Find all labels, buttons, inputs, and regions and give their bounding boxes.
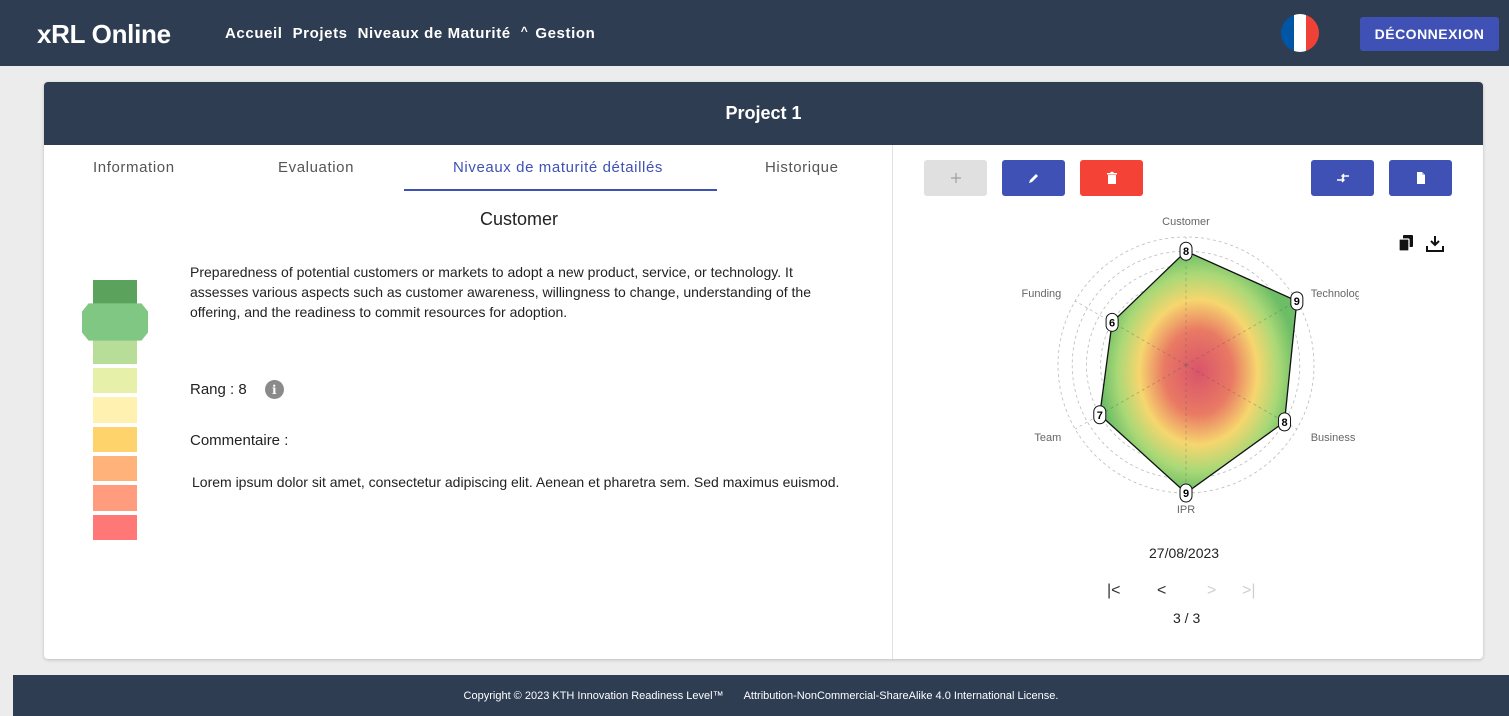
maturity-level-5: [93, 397, 137, 423]
compare-icon: [1336, 173, 1349, 183]
app-title[interactable]: xRL Online: [37, 19, 171, 50]
radar-value-badge: 9: [1179, 483, 1193, 503]
footer-license-link[interactable]: Attribution-NonCommercial-ShareAlike 4.0…: [744, 690, 1059, 702]
radar-value-label: 9: [1183, 488, 1189, 500]
tab-information[interactable]: Information: [93, 159, 175, 176]
radar-axis-label: IPR: [1177, 504, 1195, 516]
nav-management[interactable]: Gestion: [535, 25, 595, 42]
report-button[interactable]: [1389, 160, 1452, 196]
level-description: Preparedness of potential customers or m…: [190, 264, 812, 320]
flag-stripe-blue: [1281, 14, 1294, 52]
rank-row: Rang : 8 i: [190, 380, 284, 399]
top-app-bar: xRL Online Accueil Projets Niveaux de Ma…: [0, 0, 1509, 66]
copy-icon[interactable]: [1398, 234, 1414, 252]
trash-icon: [1106, 171, 1117, 184]
last-page-button[interactable]: >|: [1242, 582, 1256, 600]
main-nav: Accueil Projets Niveaux de Maturité ^ Ge…: [225, 24, 605, 42]
prev-page-button[interactable]: <: [1157, 582, 1166, 600]
flag-stripe-white: [1293, 14, 1307, 52]
nav-maturity-levels[interactable]: Niveaux de Maturité: [358, 25, 511, 42]
maturity-level-6: [93, 368, 137, 394]
delete-button[interactable]: [1080, 160, 1143, 196]
page-indicator: 3 / 3: [1173, 610, 1201, 626]
radar-value-badge: 8: [1278, 412, 1292, 432]
info-icon[interactable]: i: [264, 380, 284, 399]
footer: Copyright © 2023 KTH Innovation Readines…: [13, 675, 1509, 716]
maturity-level-7: [93, 338, 137, 364]
project-title: Project 1: [44, 82, 1483, 145]
maturity-level-8: [82, 303, 148, 341]
nav-home[interactable]: Accueil: [225, 25, 283, 42]
active-tab-indicator: [404, 189, 717, 191]
radar-value-label: 8: [1183, 246, 1189, 258]
maturity-radar-chart: Customer Technology Business Model IPR Team F…: [1022, 217, 1359, 516]
tab-history[interactable]: Historique: [765, 159, 839, 176]
level-title: Customer: [480, 209, 559, 229]
pencil-icon: [1028, 173, 1039, 183]
maturity-level-2: [93, 485, 137, 511]
download-icon[interactable]: [1426, 235, 1444, 252]
radar-value-badge: 6: [1105, 312, 1119, 332]
compare-button[interactable]: [1311, 160, 1374, 196]
edit-button[interactable]: [1002, 160, 1065, 196]
file-icon: [1416, 172, 1425, 184]
chevron-up-icon[interactable]: ^: [521, 24, 529, 41]
panel-divider: [892, 145, 893, 659]
comment-label: Commentaire :: [190, 432, 289, 449]
radar-axis-label: Team: [1034, 432, 1061, 444]
language-flag-icon[interactable]: [1281, 14, 1319, 52]
maturity-level-9: [93, 280, 137, 306]
next-page-button[interactable]: >: [1207, 582, 1216, 600]
radar-axis-label: Customer: [1162, 217, 1210, 228]
radar-value-label: 9: [1294, 296, 1300, 308]
tab-detailed-maturity-levels[interactable]: Niveaux de maturité détaillés: [453, 159, 663, 176]
radar-value-badge: 8: [1179, 241, 1193, 261]
project-card: Project 1 Information Evaluation Niveaux…: [44, 82, 1483, 659]
radar-value-label: 8: [1281, 417, 1287, 429]
rank-label: Rang : 8: [190, 381, 247, 398]
maturity-level-ladder: [82, 278, 148, 542]
maturity-level-4: [93, 426, 137, 452]
radar-axis-label: Funding: [1022, 288, 1062, 300]
first-page-button[interactable]: |<: [1107, 582, 1121, 600]
radar-value-badge: 7: [1093, 405, 1107, 425]
radar-axis-label: Technology: [1311, 288, 1359, 300]
radar-value-badge: 9: [1290, 291, 1304, 311]
tab-evaluation[interactable]: Evaluation: [278, 159, 354, 176]
radar-axis-label: Business Model: [1311, 432, 1359, 444]
add-button[interactable]: [924, 160, 987, 196]
comment-text: Lorem ipsum dolor sit amet, consectetur …: [192, 474, 840, 490]
radar-value-label: 7: [1097, 410, 1103, 422]
radar-value-label: 6: [1109, 317, 1115, 329]
logout-button[interactable]: DÉCONNEXION: [1360, 17, 1499, 51]
maturity-level-1: [93, 514, 137, 540]
flag-stripe-red: [1306, 14, 1319, 52]
plus-icon: [950, 173, 961, 183]
nav-projects[interactable]: Projets: [293, 25, 348, 42]
maturity-level-3: [93, 456, 137, 482]
footer-copyright: Copyright © 2023 KTH Innovation Readines…: [463, 689, 724, 702]
snapshot-date: 27/08/2023: [1149, 545, 1220, 561]
